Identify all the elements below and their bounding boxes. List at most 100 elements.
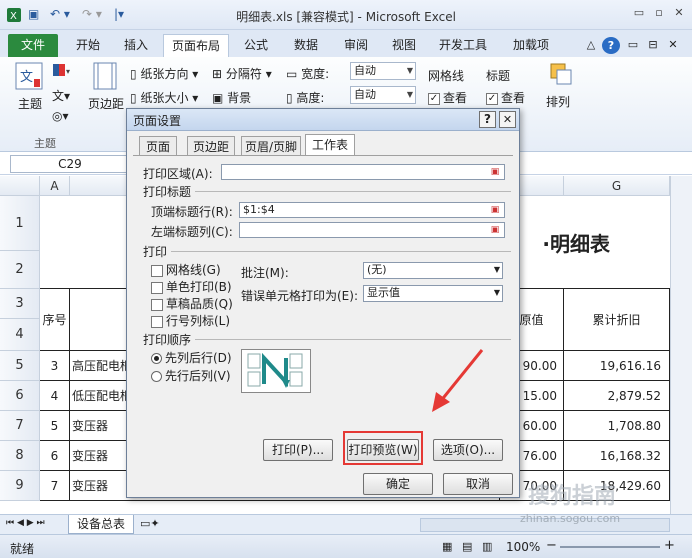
row-no-cell[interactable]: 5 (40, 411, 70, 441)
tab-view[interactable]: 视图 (382, 34, 426, 57)
insert-sheet-icon[interactable]: ▭✦ (140, 517, 160, 530)
page-layout-view-icon[interactable]: ▤ (462, 540, 472, 553)
range-picker-icon[interactable]: ▣ (487, 203, 503, 217)
row-no-cell[interactable]: 4 (40, 381, 70, 411)
errors-select[interactable]: 显示值 ▼ (363, 285, 503, 302)
select-all-corner[interactable] (0, 176, 40, 196)
bw-checkbox[interactable]: 单色打印(B) (151, 278, 232, 295)
orientation-button[interactable]: ▯ 纸张方向 ▾ (130, 65, 198, 82)
height-combo[interactable]: 自动 ▼ (350, 86, 416, 104)
print-button[interactable]: 打印(P)... (263, 439, 333, 461)
dialog-tab-sheet[interactable]: 工作表 (305, 134, 355, 156)
row-header-3[interactable]: 3 (0, 289, 40, 319)
sheet-nav-arrows-icon[interactable]: ⏮ ◀ ▶ ⏭ (6, 518, 45, 528)
width-combo[interactable]: 自动 ▼ (350, 62, 416, 80)
sheet-tab-active[interactable]: 设备总表 (68, 515, 134, 534)
rowcol-headings-checkbox[interactable]: 行号列标(L) (151, 312, 230, 329)
dialog-tab-page[interactable]: 页面 (139, 136, 177, 156)
fonts-icon[interactable]: 文▾ (52, 87, 70, 104)
gridlines-view-checkbox[interactable]: ✓ 查看 (428, 89, 467, 106)
over-then-down-radio[interactable]: 先行后列(V) (151, 367, 231, 384)
normal-view-icon[interactable]: ▦ (442, 540, 452, 553)
range-picker-icon[interactable]: ▣ (487, 165, 503, 179)
tab-developer[interactable]: 开发工具 (432, 34, 494, 57)
dialog-help-button[interactable]: ? (479, 111, 496, 128)
header-no-cell[interactable]: 序号 (40, 289, 70, 351)
zoom-out-icon[interactable]: − (546, 538, 557, 553)
row-header-1[interactable]: 1 (0, 196, 40, 251)
row-header-4[interactable]: 4 (0, 319, 40, 351)
tab-page-layout[interactable]: 页面布局 (163, 34, 229, 57)
minimize-button[interactable]: ▭ (630, 6, 648, 22)
comments-select[interactable]: (无) ▼ (363, 262, 503, 279)
close-window-button[interactable]: ✕ (670, 6, 688, 22)
ok-button[interactable]: 确定 (363, 473, 433, 495)
row-accum: 16,168.32 (599, 448, 661, 463)
column-header-g[interactable]: G (564, 176, 670, 196)
row-accum-cell[interactable]: 2,879.52 (564, 381, 670, 411)
vertical-scrollbar[interactable] (670, 176, 692, 514)
row-header-6[interactable]: 6 (0, 381, 40, 411)
maximize-button[interactable]: ▫ (650, 6, 668, 22)
tab-file[interactable]: 文件 (8, 34, 58, 57)
breaks-button[interactable]: ⊞ 分隔符 ▾ (212, 65, 272, 82)
column-header-a[interactable]: A (40, 176, 70, 196)
row-header-9[interactable]: 9 (0, 471, 40, 501)
mdi-close-icon[interactable]: ✕ (666, 34, 680, 57)
mdi-restore-icon[interactable]: ⊟ (646, 34, 660, 57)
rows-repeat-label: 顶端标题行(R): (151, 205, 233, 219)
cancel-button[interactable]: 取消 (443, 473, 513, 495)
row-header-5[interactable]: 5 (0, 351, 40, 381)
dialog-close-button[interactable]: ✕ (499, 111, 516, 128)
rows-repeat-input[interactable]: $1:$4 (239, 202, 505, 218)
help-icon[interactable]: ? (602, 37, 620, 54)
row-header-2[interactable]: 2 (0, 251, 40, 289)
tab-data[interactable]: 数据 (284, 34, 328, 57)
row-no-cell[interactable]: 3 (40, 351, 70, 381)
draft-checkbox[interactable]: 草稿品质(Q) (151, 295, 233, 312)
options-button[interactable]: 选项(O)... (433, 439, 503, 461)
tab-insert[interactable]: 插入 (114, 34, 158, 57)
tab-formulas[interactable]: 公式 (234, 34, 278, 57)
margins-icon[interactable] (90, 61, 120, 94)
tab-home[interactable]: 开始 (66, 34, 110, 57)
checkbox-icon (151, 264, 163, 277)
cols-repeat-input[interactable] (239, 222, 505, 238)
tab-review[interactable]: 审阅 (334, 34, 378, 57)
name-box[interactable]: C29 (10, 155, 130, 173)
width-label: ▭ 宽度: (286, 67, 330, 81)
print-area-label: 打印区域(A): (143, 167, 213, 181)
dialog-tab-header-footer[interactable]: 页眉/页脚 (241, 136, 301, 156)
themes-button[interactable]: 主题 (18, 95, 42, 112)
row-accum-cell[interactable]: 1,708.80 (564, 411, 670, 441)
arrange-button[interactable]: 排列 (546, 93, 570, 110)
print-area-input[interactable] (221, 164, 505, 180)
themes-icon[interactable]: 文 (14, 61, 44, 94)
row-no-cell[interactable]: 6 (40, 441, 70, 471)
down-then-over-label: 先列后行(D) (165, 351, 232, 365)
header-accum-cell[interactable]: 累计折旧 (564, 289, 670, 351)
row-no-cell[interactable]: 7 (40, 471, 70, 501)
colors-icon[interactable]: ▾ (52, 63, 74, 80)
row-accum-cell[interactable]: 19,616.16 (564, 351, 670, 381)
row-accum-cell[interactable]: 16,168.32 (564, 441, 670, 471)
headings-view-checkbox[interactable]: ✓ 查看 (486, 89, 525, 106)
page-break-view-icon[interactable]: ▥ (482, 540, 492, 553)
collapse-ribbon-icon[interactable]: △ (584, 34, 598, 57)
range-picker-icon[interactable]: ▣ (487, 223, 503, 237)
zoom-level[interactable]: 100% (506, 540, 540, 554)
zoom-in-icon[interactable]: + (664, 538, 675, 553)
effects-icon[interactable]: ◎▾ (52, 109, 69, 123)
margins-button[interactable]: 页边距 (88, 95, 124, 112)
size-button[interactable]: ▯ 纸张大小 ▾ (130, 89, 198, 106)
mdi-minimize-icon[interactable]: ▭ (626, 34, 640, 57)
row-header-8[interactable]: 8 (0, 441, 40, 471)
down-then-over-radio[interactable]: 先列后行(D) (151, 349, 232, 366)
arrange-icon[interactable] (548, 61, 574, 90)
zoom-slider[interactable] (560, 546, 660, 548)
row-header-7[interactable]: 7 (0, 411, 40, 441)
gridlines-checkbox[interactable]: 网格线(G) (151, 261, 221, 278)
dialog-tab-margins[interactable]: 页边距 (187, 136, 235, 156)
background-button[interactable]: ▣ 背景 (212, 89, 251, 106)
tab-addins[interactable]: 加载项 (500, 34, 562, 57)
